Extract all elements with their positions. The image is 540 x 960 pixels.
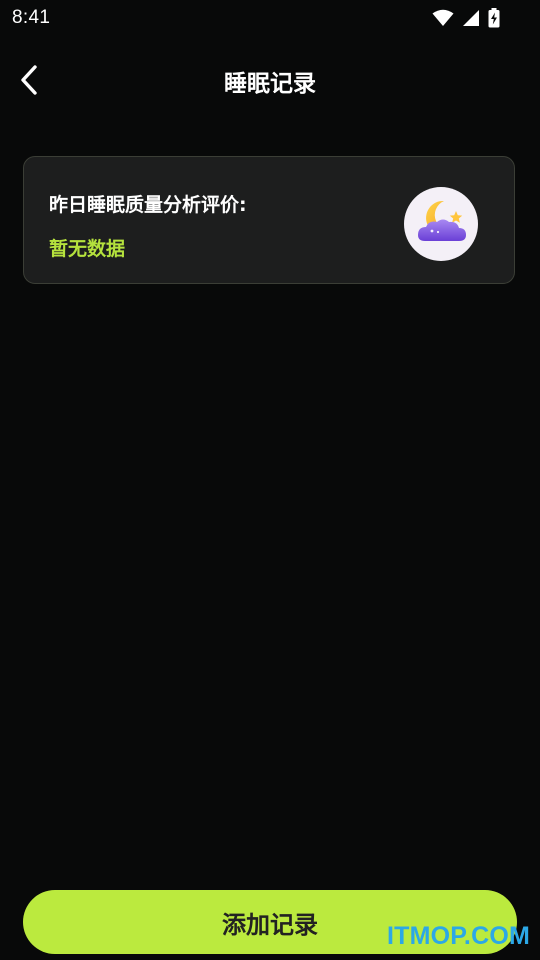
watermark: ITMOP.COM xyxy=(386,922,530,950)
status-bar: 8:41 xyxy=(0,0,540,36)
sleep-quality-value: 暂无数据 xyxy=(49,238,126,260)
cellular-signal-icon xyxy=(463,10,479,26)
sleep-quality-label: 昨日睡眠质量分析评价: xyxy=(49,194,247,216)
battery-charging-icon xyxy=(488,8,500,28)
sleep-quality-card: 昨日睡眠质量分析评价: 暂无数据 xyxy=(23,156,515,284)
moon-cloud-icon xyxy=(404,187,478,261)
status-time: 8:41 xyxy=(12,7,51,28)
wifi-icon xyxy=(432,9,454,26)
header: 睡眠记录 xyxy=(0,50,540,110)
page-title: 睡眠记录 xyxy=(224,71,316,97)
status-icons xyxy=(432,8,500,28)
